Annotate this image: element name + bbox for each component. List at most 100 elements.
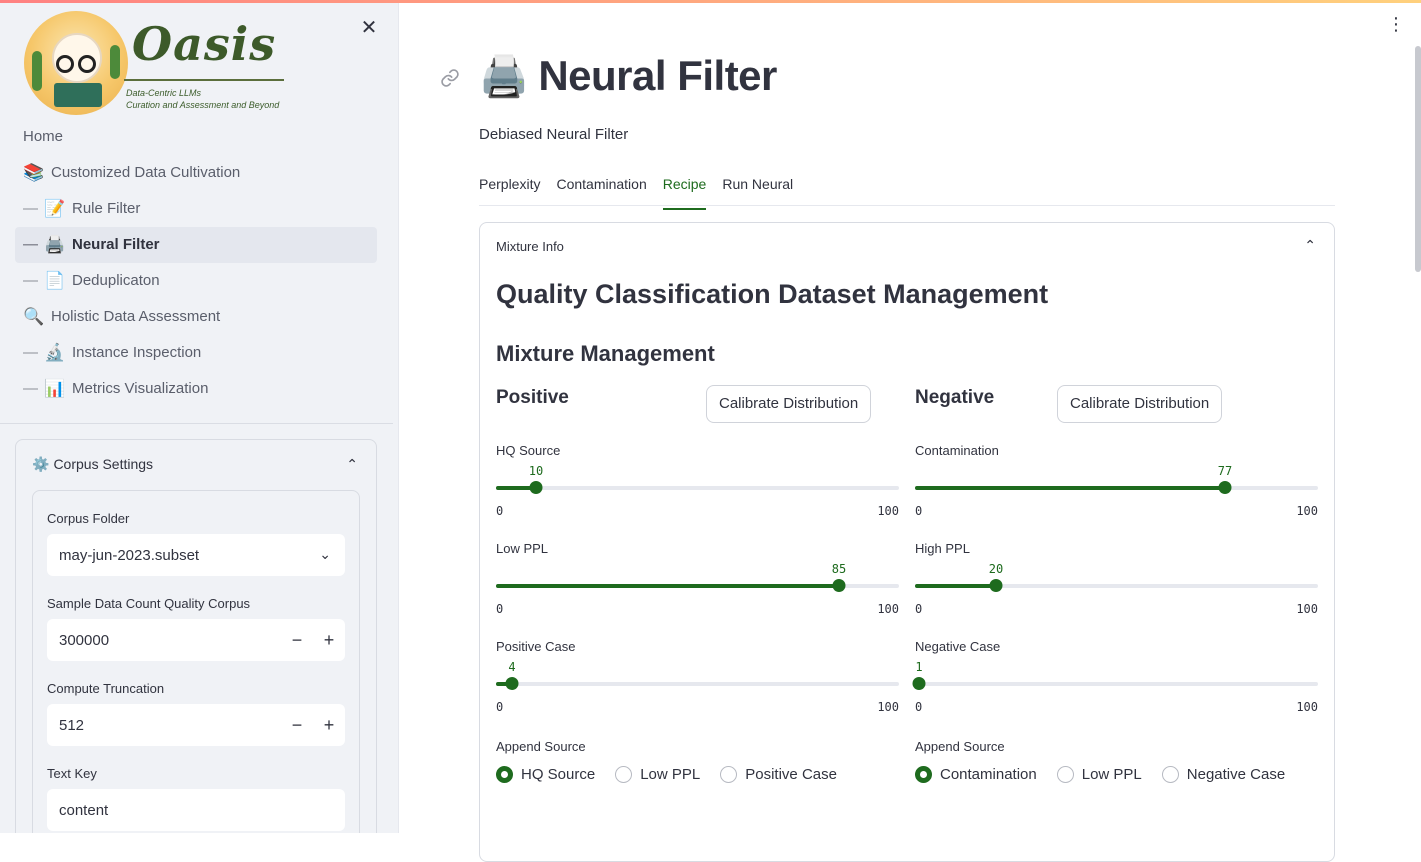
slider-thumb[interactable] [832,579,846,592]
slider-track[interactable] [496,481,899,494]
tab-perplexity[interactable]: Perplexity [479,168,540,205]
corpus-folder-select[interactable]: may-jun-2023.subset ⌄ [47,534,345,576]
slider-value: 4 [508,660,516,674]
logo-subtitle: Data-Centric LLMs Curation and Assessmen… [126,88,280,110]
chevron-up-icon[interactable]: ⌃ [346,456,358,473]
slider-label: High PPL [915,541,970,556]
section-heading: Quality Classification Dataset Managemen… [496,279,1049,309]
radio-contamination[interactable]: Contamination [915,766,1037,783]
microscope-icon: 🔬 [44,343,66,362]
tab-contamination[interactable]: Contamination [556,168,646,205]
sidebar-item-customized-data-cultivation[interactable]: 📚 Customized Data Cultivation [15,155,377,191]
slider-thumb[interactable] [529,481,543,494]
text-key-label: Text Key [47,766,97,781]
append-source-radio-group: HQ Source Low PPL Positive Case [496,766,899,783]
append-source-radio-group: Contamination Low PPL Negative Case [915,766,1318,783]
gear-icon: ⚙️ [32,455,50,472]
mixture-info-header[interactable]: Mixture Info [496,239,564,254]
document-icon: 📄 [44,271,66,290]
chevron-down-icon: ⌄ [319,546,331,562]
slider-track[interactable] [912,677,1318,690]
slider-thumb[interactable] [989,579,1003,592]
increment-button[interactable]: + [313,630,345,651]
slider-max: 100 [877,602,899,616]
slider-label: HQ Source [496,443,561,458]
sample-count-input[interactable]: 300000 − + [47,619,345,661]
append-source-label: Append Source [496,739,586,754]
tab-bar: Perplexity Contamination Recipe Run Neur… [479,168,1335,210]
slider-max: 100 [877,504,899,518]
sidebar-item-home[interactable]: Home [15,119,377,155]
corpus-settings-expander: ⚙️ Corpus Settings ⌃ Corpus Folder may-j… [15,439,377,833]
slider-min: 0 [496,602,504,616]
positive-column: Positive Calibrate Distribution HQ Sourc… [496,383,899,783]
slider-max: 100 [1296,700,1318,714]
slider-value: 20 [988,562,1004,576]
slider-high-ppl: High PPL 20 0 100 [915,521,1318,619]
append-source-label: Append Source [915,739,1005,754]
slider-negative-case: Negative Case 1 0 100 [912,619,1318,717]
slider-value: 77 [1217,464,1233,478]
magnifier-icon: 🔍 [23,307,45,326]
chevron-up-icon[interactable]: ⌃ [1304,237,1316,254]
negative-column: Negative Calibrate Distribution Contamin… [912,383,1318,783]
radio-hq-source[interactable]: HQ Source [496,766,595,783]
printer-icon: 🖨️ [479,54,529,99]
decrement-button[interactable]: − [281,715,313,736]
slider-label: Contamination [915,443,999,458]
positive-title: Positive [496,387,569,408]
printer-icon: 🖨️ [44,235,66,254]
slider-min: 0 [915,700,923,714]
radio-low-ppl[interactable]: Low PPL [615,766,700,783]
compute-truncation-input[interactable]: 512 − + [47,704,345,746]
slider-thumb[interactable] [505,677,519,690]
sidebar-item-holistic-data-assessment[interactable]: 🔍 Holistic Data Assessment [15,299,377,335]
slider-track[interactable] [496,579,899,592]
sample-count-label: Sample Data Count Quality Corpus [47,596,251,611]
slider-track[interactable] [915,481,1318,494]
main-menu-icon[interactable]: ⋮ [1387,14,1405,34]
radio-positive-case[interactable]: Positive Case [720,766,837,783]
oasis-logo: Oasis Data-Centric LLMs Curation and Ass… [24,11,286,119]
link-icon[interactable] [440,68,462,90]
tab-run-neural[interactable]: Run Neural [722,168,793,205]
corpus-settings-header[interactable]: ⚙️ Corpus Settings ⌃ [16,440,376,488]
compute-truncation-label: Compute Truncation [47,681,165,696]
slider-thumb[interactable] [1218,481,1232,494]
sidebar-item-rule-filter[interactable]: — 📝 Rule Filter [15,191,377,227]
sidebar-item-neural-filter[interactable]: — 🖨️ Neural Filter [15,227,377,263]
sidebar-item-metrics-visualization[interactable]: — 📊 Metrics Visualization [15,371,377,407]
slider-value: 85 [831,562,847,576]
slider-value: 10 [528,464,544,478]
books-icon: 📚 [23,163,45,182]
calibrate-positive-button[interactable]: Calibrate Distribution [706,385,872,423]
sidebar: Oasis Data-Centric LLMs Curation and Ass… [0,3,399,833]
slider-hq-source: HQ Source 10 0 100 [496,423,899,521]
increment-button[interactable]: + [313,715,345,736]
page-title: 🖨️ Neural Filter [479,52,777,99]
slider-track[interactable] [496,677,899,690]
slider-label: Positive Case [496,639,576,654]
sidebar-item-instance-inspection[interactable]: — 🔬 Instance Inspection [15,335,377,371]
subsection-heading: Mixture Management [496,341,715,366]
text-key-input[interactable]: content [47,789,345,831]
corpus-settings-form: Corpus Folder may-jun-2023.subset ⌄ Samp… [32,490,360,833]
calibrate-negative-button[interactable]: Calibrate Distribution [1057,385,1223,423]
slider-min: 0 [915,504,923,518]
slider-positive-case: Positive Case 4 0 100 [496,619,899,717]
slider-min: 0 [496,700,504,714]
decrement-button[interactable]: − [281,630,313,651]
radio-low-ppl[interactable]: Low PPL [1056,766,1142,783]
sidebar-item-deduplication[interactable]: — 📄 Deduplicaton [15,263,377,299]
slider-contamination: Contamination 77 0 100 [915,423,1318,521]
slider-track[interactable] [915,579,1318,592]
scrollbar[interactable] [1415,46,1421,272]
slider-value: 1 [915,660,923,674]
radio-negative-case[interactable]: Negative Case [1161,766,1285,783]
close-sidebar-icon[interactable]: ✕ [358,17,380,39]
slider-max: 100 [1296,504,1318,518]
slider-thumb[interactable] [912,677,926,690]
tab-recipe[interactable]: Recipe [662,168,706,210]
sidebar-divider [0,423,393,424]
slider-max: 100 [877,700,899,714]
